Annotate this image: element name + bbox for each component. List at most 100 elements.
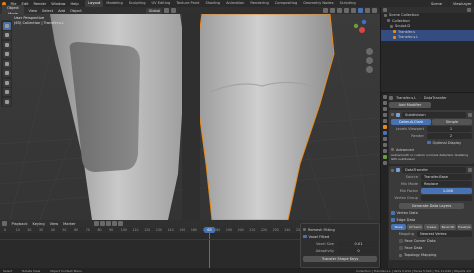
viewport-menu-select[interactable]: Select [40, 9, 56, 13]
workspace-tab-rendering[interactable]: Rendering [247, 0, 271, 7]
popup-chevron-icon[interactable] [303, 228, 306, 231]
edge-data-type-crease[interactable]: Crease [423, 224, 440, 231]
timeline[interactable]: 0 10 20 30 40 50 60 70 80 90 100 110 120 130 140 150 160… [0, 227, 302, 268]
timeline-menu-marker[interactable]: Marker [61, 222, 78, 226]
workspace-tab-geometry-nodes[interactable]: Geometry Nodes [300, 0, 336, 7]
scene-selector[interactable]: Scene [428, 0, 448, 7]
edge-data-type-uv-seam[interactable]: UV Seam [407, 224, 423, 231]
mix-mode-select[interactable]: Replace [421, 181, 472, 188]
timeline-menu-view[interactable]: View [47, 222, 61, 226]
timeline-menu-playback[interactable]: Playback [9, 222, 30, 226]
pan-icon[interactable] [366, 57, 373, 64]
navigation-gizmo[interactable] [350, 18, 374, 42]
filter-icon[interactable] [467, 8, 471, 12]
transform-orientation[interactable]: Global [146, 7, 163, 14]
face-data-checkbox[interactable] [399, 246, 403, 250]
workspace-tab-shading[interactable]: Shading [202, 0, 223, 7]
timeline-menu-keying[interactable]: Keying [30, 222, 47, 226]
vertex-data-checkbox[interactable] [391, 211, 395, 215]
physics-tab-icon[interactable] [382, 143, 387, 147]
simple-button[interactable]: Simple [432, 118, 472, 125]
transform-tool[interactable] [2, 69, 11, 77]
expand-chevron-icon[interactable] [391, 113, 394, 116]
zoom-icon[interactable] [366, 48, 373, 55]
modifier-tab-icon[interactable] [382, 131, 387, 135]
voxel-size-field[interactable]: 0.01 [337, 240, 377, 247]
material-tab-icon[interactable] [382, 161, 387, 165]
menu-help[interactable]: Help [68, 2, 81, 6]
outliner-item[interactable]: Transfer.s.L [381, 35, 474, 41]
modifier-close-icon[interactable] [468, 112, 472, 117]
world-tab-icon[interactable] [382, 119, 387, 123]
vertex-group-field[interactable] [421, 195, 472, 202]
playhead[interactable] [209, 227, 210, 268]
optimal-display-checkbox[interactable] [427, 140, 431, 145]
frame-ruler[interactable]: 0 10 20 30 40 50 60 70 80 90 100 110 120 130 140 150 160… [0, 227, 302, 233]
add-modifier-button[interactable]: Add Modifier [389, 102, 431, 108]
object-tab-icon[interactable] [382, 125, 387, 129]
solid-shading-icon[interactable] [358, 8, 363, 13]
menu-window[interactable]: Window [49, 2, 68, 6]
current-frame-indicator[interactable]: 65 [204, 227, 215, 233]
scene-tab-icon[interactable] [382, 113, 387, 117]
levels-viewport-field[interactable]: 1 [427, 125, 472, 132]
jump-end-icon[interactable] [118, 221, 124, 226]
advanced-section-label[interactable]: Advanced [396, 148, 414, 152]
add-cube-tool[interactable] [2, 97, 11, 106]
transfer-shape-keys-button[interactable]: Transfer Shape Keys [303, 256, 377, 262]
modifier-close-icon[interactable] [468, 168, 472, 173]
edge-data-checkbox[interactable] [391, 218, 395, 222]
material-shading-icon[interactable] [365, 8, 370, 13]
edge-data-type-sharp[interactable]: Sharp [391, 224, 407, 231]
expand-chevron-icon[interactable] [391, 168, 394, 172]
workspace-tab-texture-paint[interactable]: Texture Paint [173, 0, 202, 7]
workspace-tab-animation[interactable]: Animation [223, 0, 247, 7]
outliner-type-icon[interactable] [383, 8, 387, 12]
topology-mapping-label[interactable]: Topology Mapping [404, 253, 436, 257]
visibility-icon[interactable] [323, 8, 328, 13]
mix-factor-field[interactable]: 1.000 [421, 188, 472, 195]
particles-tab-icon[interactable] [382, 137, 387, 141]
workspace-tab-sculpting[interactable]: Sculpting [126, 0, 149, 7]
output-tab-icon[interactable] [382, 107, 387, 111]
modifier-name-field[interactable]: DataTransfer [402, 167, 466, 174]
workspace-tab-modeling[interactable]: Modeling [103, 0, 125, 7]
wireframe-shading-icon[interactable] [351, 8, 356, 13]
gizmo-icon[interactable] [330, 8, 335, 13]
editor-type-icon[interactable] [2, 221, 7, 226]
annotate-tool[interactable] [2, 78, 11, 87]
data-tab-icon[interactable] [382, 155, 387, 159]
snap-icon[interactable] [164, 8, 170, 13]
workspace-tab-compositing[interactable]: Compositing [272, 0, 301, 7]
constraints-tab-icon[interactable] [382, 149, 387, 153]
prev-keyframe-icon[interactable] [100, 221, 106, 226]
edge-data-type-bevel-wt[interactable]: Bevel Wt [440, 224, 456, 231]
xray-icon[interactable] [344, 8, 349, 13]
rendered-shading-icon[interactable] [372, 8, 377, 13]
adaptivity-field[interactable]: 0 [337, 247, 377, 254]
render-levels-field[interactable]: 2 [427, 132, 472, 139]
overlay-icon[interactable] [337, 8, 342, 13]
workspace-tab-scripting[interactable]: Scripting [337, 0, 359, 7]
rotate-tool[interactable] [2, 50, 11, 58]
next-keyframe-icon[interactable] [112, 221, 118, 226]
camera-view-icon[interactable] [366, 66, 373, 73]
scale-tool[interactable] [2, 59, 11, 68]
generate-data-layers-button[interactable]: Generate Data Layers [399, 202, 464, 209]
catmull-clark-button[interactable]: Catmull-Clark [391, 118, 431, 125]
jump-start-icon[interactable] [94, 221, 100, 226]
voxel-fitted-checkbox[interactable] [303, 234, 307, 239]
source-object-field[interactable]: Transfer.Base [421, 174, 472, 181]
viewport-menu-view[interactable]: View [26, 9, 40, 13]
mapping-select[interactable]: Nearest Vertex [417, 231, 472, 238]
3d-viewport[interactable]: User Perspective (65) Collection | Trans… [0, 14, 380, 220]
viewport-menu-object[interactable]: Object [68, 9, 85, 13]
cursor-tool[interactable] [2, 31, 11, 39]
play-icon[interactable] [106, 221, 112, 226]
topology-chevron-icon[interactable] [399, 253, 402, 257]
proportional-edit-icon[interactable] [171, 8, 177, 13]
edge-data-type-freestyle[interactable]: Freestyle [456, 224, 473, 231]
move-tool[interactable] [2, 40, 11, 49]
face-corner-checkbox[interactable] [399, 239, 403, 243]
view-layer-selector[interactable]: ViewLayer [450, 0, 472, 7]
